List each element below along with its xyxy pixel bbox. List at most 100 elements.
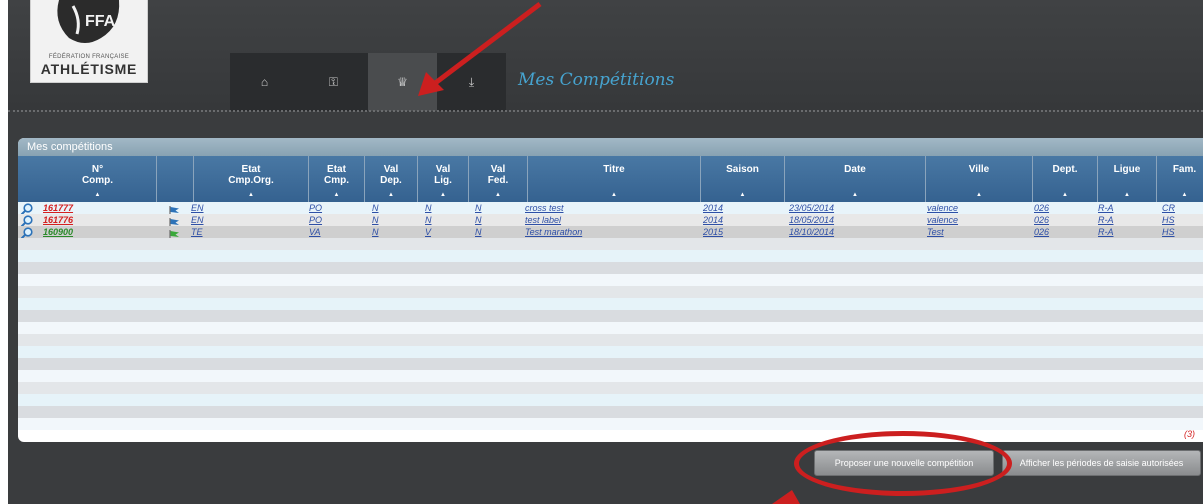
download-icon: ⤓: [468, 74, 475, 89]
column-header[interactable]: Fam. ▲: [1157, 156, 1203, 202]
dept-link[interactable]: 026: [1030, 214, 1098, 226]
val-dep-link[interactable]: N: [368, 226, 418, 238]
val-dep-link[interactable]: N: [368, 202, 418, 214]
empty-table-row: [18, 322, 1203, 334]
sort-arrow-icon[interactable]: ▲: [309, 192, 364, 199]
val-fed-link[interactable]: N: [471, 202, 528, 214]
ligue-link[interactable]: R-A: [1094, 202, 1157, 214]
titre-link[interactable]: test label: [521, 214, 701, 226]
empty-table-row: [18, 382, 1203, 394]
ligue-link[interactable]: R-A: [1094, 226, 1157, 238]
val-lig-link[interactable]: N: [421, 202, 469, 214]
sort-arrow-icon[interactable]: ▲: [926, 192, 1032, 199]
saison-link[interactable]: 2014: [699, 214, 785, 226]
nav-tab-download[interactable]: ⤓: [437, 53, 506, 111]
column-header-line1: Ville: [968, 164, 990, 175]
column-header[interactable]: Val Lig. ▲: [418, 156, 469, 202]
sort-arrow-icon[interactable]: ▲: [418, 192, 468, 199]
sort-arrow-icon[interactable]: ▲: [194, 192, 308, 199]
sort-arrow-icon[interactable]: ▲: [1098, 192, 1156, 199]
ville-link[interactable]: Test: [923, 226, 1033, 238]
show-periods-button[interactable]: Afficher les périodes de saisie autorisé…: [1002, 450, 1201, 476]
column-header-line1: Val: [490, 164, 506, 175]
table-row: 161776 EN PO N N Ntest label 2014 18/05/2014 val…: [18, 214, 1203, 228]
empty-table-row: [18, 250, 1203, 262]
column-header[interactable]: Dept. ▲: [1033, 156, 1098, 202]
sort-arrow-icon[interactable]: ▲: [1033, 192, 1097, 199]
comp-number-link[interactable]: 161777: [39, 202, 157, 214]
dept-link[interactable]: 026: [1030, 226, 1098, 238]
comp-number-link[interactable]: 161776: [39, 214, 157, 226]
val-fed-link[interactable]: N: [471, 226, 528, 238]
saison-link[interactable]: 2014: [699, 202, 785, 214]
dept-link[interactable]: 026: [1030, 202, 1098, 214]
sort-arrow-icon[interactable]: ▲: [701, 192, 784, 199]
ligue-link[interactable]: R-A: [1094, 214, 1157, 226]
column-header-line2: Lig.: [434, 175, 452, 186]
fam-link[interactable]: HS: [1158, 226, 1203, 238]
column-header-label: Ville: [926, 164, 1032, 175]
titre-link[interactable]: Test marathon: [521, 226, 701, 238]
column-header[interactable]: Ville ▲: [926, 156, 1033, 202]
sort-arrow-icon[interactable]: ▲: [785, 192, 925, 199]
logo-name: ATHLÉTISME: [40, 61, 138, 77]
column-header-label: Val Fed.: [469, 164, 527, 186]
sort-arrow-icon[interactable]: ▲: [469, 192, 527, 199]
etat-link[interactable]: PO: [305, 202, 365, 214]
table-row: 161777 EN PO N N Ncross test 2014 23/05/2014 val…: [18, 202, 1203, 216]
key-icon: ⚿: [328, 74, 339, 89]
fam-link[interactable]: CR: [1158, 202, 1203, 214]
val-lig-link[interactable]: V: [421, 226, 469, 238]
main-nav: ⌂ ⚿ ♕ ⤓: [230, 53, 506, 111]
fam-link[interactable]: HS: [1158, 214, 1203, 226]
column-header-line2: Fed.: [487, 175, 509, 186]
etat-org-link[interactable]: TE: [187, 226, 309, 238]
comp-number-link[interactable]: 160900: [39, 226, 157, 238]
val-lig-link[interactable]: N: [421, 214, 469, 226]
column-header[interactable]: N° Comp. ▲: [39, 156, 157, 202]
sort-arrow-icon[interactable]: ▲: [1157, 192, 1203, 199]
nav-tab-competitions[interactable]: ♕: [368, 53, 437, 111]
column-header[interactable]: Etat Cmp.Org. ▲: [194, 156, 309, 202]
column-header-label: Val Dep.: [365, 164, 417, 186]
record-count: (3): [1184, 429, 1195, 439]
column-header[interactable]: Date ▲: [785, 156, 926, 202]
ville-link[interactable]: valence: [923, 214, 1033, 226]
empty-table-row: [18, 310, 1203, 322]
val-dep-link[interactable]: N: [368, 214, 418, 226]
empty-table-row: [18, 346, 1203, 358]
etat-link[interactable]: PO: [305, 214, 365, 226]
empty-table-row: [18, 262, 1203, 274]
val-fed-link[interactable]: N: [471, 214, 528, 226]
sort-arrow-icon[interactable]: ▲: [365, 192, 417, 199]
column-header[interactable]: Ligue ▲: [1098, 156, 1157, 202]
date-link[interactable]: 18/10/2014: [785, 226, 926, 238]
column-header[interactable]: Val Dep. ▲: [365, 156, 418, 202]
column-header-line1: Dept.: [1052, 164, 1078, 175]
etat-org-link[interactable]: EN: [187, 202, 309, 214]
column-header[interactable]: Titre ▲: [528, 156, 701, 202]
date-link[interactable]: 18/05/2014: [785, 214, 926, 226]
column-header-line2: Comp.: [81, 175, 114, 186]
etat-link[interactable]: VA: [305, 226, 365, 238]
column-header: [157, 156, 194, 202]
nav-tab-key[interactable]: ⚿: [299, 53, 368, 111]
panel-title: Mes compétitions: [18, 138, 1203, 156]
empty-table-row: [18, 298, 1203, 310]
sort-arrow-icon[interactable]: ▲: [39, 192, 156, 199]
date-link[interactable]: 23/05/2014: [785, 202, 926, 214]
ville-link[interactable]: valence: [923, 202, 1033, 214]
column-header-line1: Etat: [327, 164, 346, 175]
nav-tab-home[interactable]: ⌂: [230, 53, 299, 111]
home-icon: ⌂: [260, 75, 269, 89]
sort-arrow-icon[interactable]: ▲: [528, 192, 700, 199]
ffa-logo[interactable]: FFA FÉDÉRATION FRANÇAISE ATHLÉTISME: [30, 0, 148, 83]
etat-org-link[interactable]: EN: [187, 214, 309, 226]
header-divider: [8, 110, 1203, 112]
column-header[interactable]: Saison ▲: [701, 156, 785, 202]
titre-link[interactable]: cross test: [521, 202, 701, 214]
saison-link[interactable]: 2015: [699, 226, 785, 238]
propose-competition-button[interactable]: Proposer une nouvelle compétition: [814, 450, 994, 476]
column-header[interactable]: Etat Cmp. ▲: [309, 156, 365, 202]
column-header[interactable]: Val Fed. ▲: [469, 156, 528, 202]
